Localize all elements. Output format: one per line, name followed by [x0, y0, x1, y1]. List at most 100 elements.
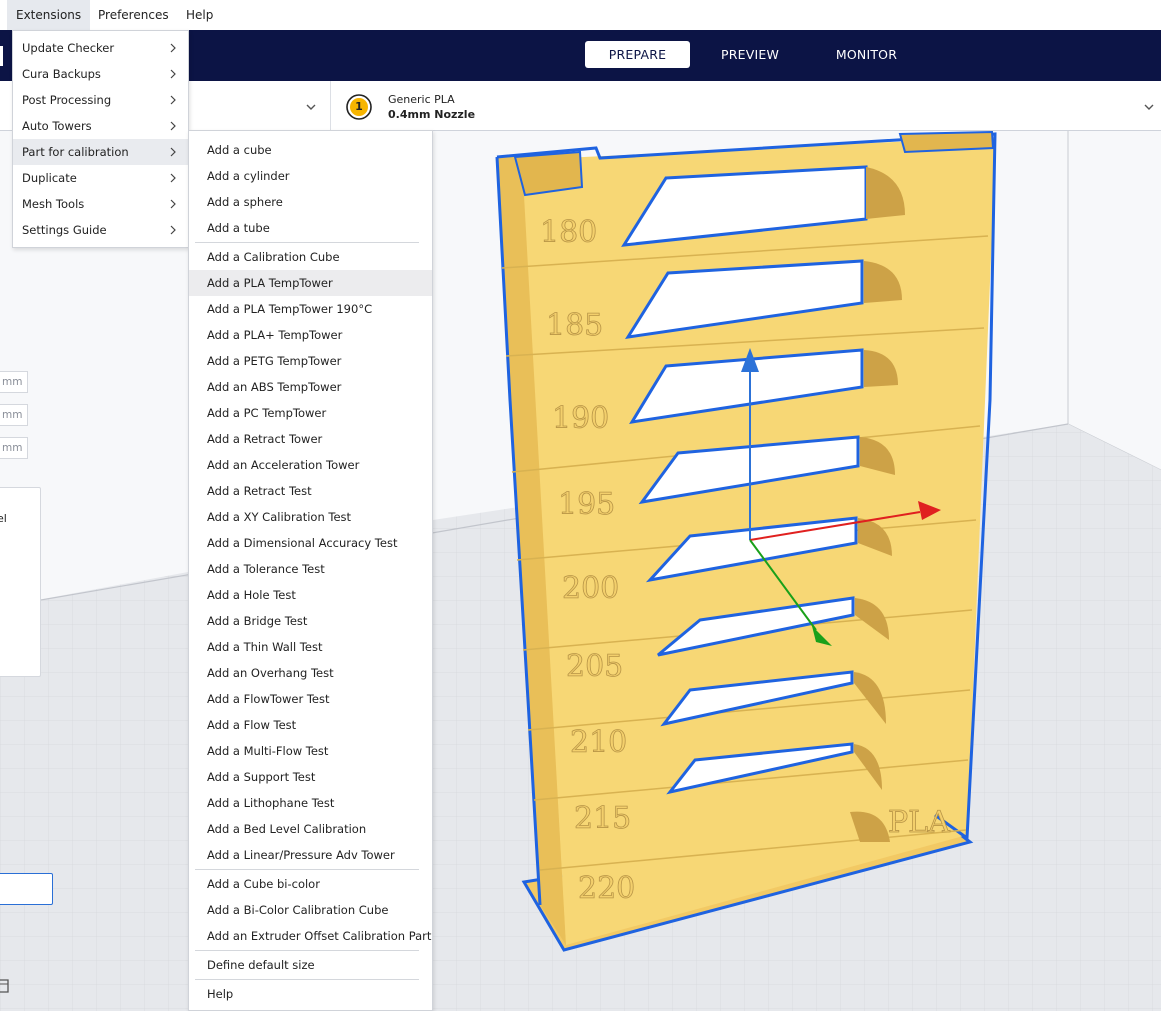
submenu-item[interactable]: Add an Overhang Test: [189, 660, 432, 686]
submenu-item[interactable]: Add a Bridge Test: [189, 608, 432, 634]
size-y-unit[interactable]: mm: [0, 404, 28, 426]
tower-label-220: 220: [578, 871, 635, 906]
tab-monitor-label: MONITOR: [835, 47, 898, 62]
menu-divider: [195, 242, 419, 243]
menu-item-mesh-tools[interactable]: Mesh Tools: [13, 191, 188, 217]
menu-help[interactable]: Help: [177, 0, 222, 30]
submenu-item-define-default-size[interactable]: Define default size: [189, 952, 432, 978]
panel-text-fragment: el: [0, 512, 7, 525]
submenu-item[interactable]: Add a tube: [189, 215, 432, 241]
menu-preferences-label: Preferences: [98, 8, 169, 22]
tab-monitor[interactable]: MONITOR: [815, 41, 918, 68]
menu-item-part-for-calibration[interactable]: Part for calibration: [13, 139, 188, 165]
material-dropdown-chevron-icon[interactable]: [1144, 101, 1154, 111]
submenu-item[interactable]: Add a PLA TempTower 190°C: [189, 296, 432, 322]
tower-label-pla: PLA: [888, 805, 950, 840]
menu-item-settings-guide[interactable]: Settings Guide: [13, 217, 188, 243]
tower-label-180: 180: [540, 215, 597, 250]
menu-divider: [195, 950, 419, 951]
tab-preview-label: PREVIEW: [720, 47, 780, 62]
submenu-item-help[interactable]: Help: [189, 981, 432, 1007]
menu-extensions[interactable]: Extensions: [7, 0, 91, 30]
tower-label-195: 195: [558, 487, 615, 522]
submenu-item[interactable]: Add an Acceleration Tower: [189, 452, 432, 478]
submenu-item[interactable]: Add an Extruder Offset Calibration Part: [189, 923, 432, 949]
chevron-right-icon: [170, 69, 176, 79]
menu-item-cura-backups[interactable]: Cura Backups: [13, 61, 188, 87]
menu-item-label: Part for calibration: [22, 145, 129, 159]
submenu-item[interactable]: Add a Linear/Pressure Adv Tower: [189, 842, 432, 868]
submenu-item[interactable]: Add a Hole Test: [189, 582, 432, 608]
menu-item-label: Settings Guide: [22, 223, 107, 237]
menu-item-label: Cura Backups: [22, 67, 101, 81]
chevron-right-icon: [170, 199, 176, 209]
temp-tower-model[interactable]: 180 185 190 195 200 205 210 215 220 PLA: [0, 131, 1161, 1011]
submenu-item[interactable]: Add a Flow Test: [189, 712, 432, 738]
chevron-right-icon: [170, 147, 176, 157]
extensions-menu: Update Checker Cura Backups Post Process…: [12, 30, 189, 248]
menu-item-post-processing[interactable]: Post Processing: [13, 87, 188, 113]
menu-divider: [195, 869, 419, 870]
extruder-number: 1: [355, 100, 363, 113]
menu-bar: Extensions Preferences Help: [0, 0, 1161, 30]
submenu-item[interactable]: Add a Support Test: [189, 764, 432, 790]
menu-item-label: Update Checker: [22, 41, 115, 55]
tower-label-190: 190: [552, 401, 609, 436]
logo-fragment: [0, 44, 6, 68]
menu-item-update-checker[interactable]: Update Checker: [13, 35, 188, 61]
submenu-item-highlighted[interactable]: Add a PLA TempTower: [189, 270, 432, 296]
calibration-submenu: Add a cube Add a cylinder Add a sphere A…: [188, 130, 433, 1011]
menu-help-label: Help: [186, 8, 214, 22]
submenu-item[interactable]: Add a PC TempTower: [189, 400, 432, 426]
submenu-item[interactable]: Add a FlowTower Test: [189, 686, 432, 712]
menu-item-label: Duplicate: [22, 171, 77, 185]
submenu-item[interactable]: Add a PETG TempTower: [189, 348, 432, 374]
submenu-item[interactable]: Add a Thin Wall Test: [189, 634, 432, 660]
menu-extensions-label: Extensions: [16, 8, 82, 22]
printer-dropdown-chevron-icon[interactable]: [306, 101, 316, 111]
submenu-item[interactable]: Add a Bed Level Calibration: [189, 816, 432, 842]
3d-viewport[interactable]: 180 185 190 195 200 205 210 215 220 PLA: [0, 131, 1161, 1011]
size-z-unit[interactable]: mm: [0, 437, 28, 459]
submenu-item[interactable]: Add a Tolerance Test: [189, 556, 432, 582]
config-divider: [330, 81, 331, 131]
menu-item-duplicate[interactable]: Duplicate: [13, 165, 188, 191]
extruder-badge-icon: 1: [345, 93, 373, 121]
submenu-item[interactable]: Add a PLA+ TempTower: [189, 322, 432, 348]
submenu-item[interactable]: Add a Lithophane Test: [189, 790, 432, 816]
tab-prepare[interactable]: PREPARE: [585, 41, 690, 68]
submenu-item[interactable]: Add a Retract Tower: [189, 426, 432, 452]
left-input-field[interactable]: [0, 873, 53, 905]
tab-prepare-label: PREPARE: [608, 47, 667, 62]
tower-label-210: 210: [570, 725, 627, 760]
tower-label-215: 215: [574, 801, 631, 836]
submenu-item[interactable]: Add a cube: [189, 137, 432, 163]
size-x-unit[interactable]: mm: [0, 371, 28, 393]
nozzle-size[interactable]: 0.4mm Nozzle: [388, 108, 475, 121]
submenu-item[interactable]: Add a Cube bi-color: [189, 871, 432, 897]
tab-preview[interactable]: PREVIEW: [700, 41, 800, 68]
chevron-right-icon: [170, 121, 176, 131]
tower-label-185: 185: [546, 308, 603, 343]
tower-label-205: 205: [566, 649, 623, 684]
menu-item-auto-towers[interactable]: Auto Towers: [13, 113, 188, 139]
submenu-item[interactable]: Add a XY Calibration Test: [189, 504, 432, 530]
material-name[interactable]: Generic PLA: [388, 93, 455, 106]
menu-item-label: Post Processing: [22, 93, 112, 107]
cube-tool-icon[interactable]: [0, 976, 10, 996]
chevron-right-icon: [170, 95, 176, 105]
submenu-item[interactable]: Add a sphere: [189, 189, 432, 215]
menu-item-label: Mesh Tools: [22, 197, 85, 211]
submenu-item[interactable]: Add a Calibration Cube: [189, 244, 432, 270]
submenu-item[interactable]: Add an ABS TempTower: [189, 374, 432, 400]
submenu-item[interactable]: Add a Dimensional Accuracy Test: [189, 530, 432, 556]
menu-divider: [195, 979, 419, 980]
submenu-item[interactable]: Add a Multi-Flow Test: [189, 738, 432, 764]
submenu-item[interactable]: Add a Bi-Color Calibration Cube: [189, 897, 432, 923]
submenu-item[interactable]: Add a Retract Test: [189, 478, 432, 504]
chevron-right-icon: [170, 225, 176, 235]
menu-preferences[interactable]: Preferences: [89, 0, 178, 30]
tower-label-200: 200: [562, 571, 619, 606]
chevron-right-icon: [170, 43, 176, 53]
submenu-item[interactable]: Add a cylinder: [189, 163, 432, 189]
